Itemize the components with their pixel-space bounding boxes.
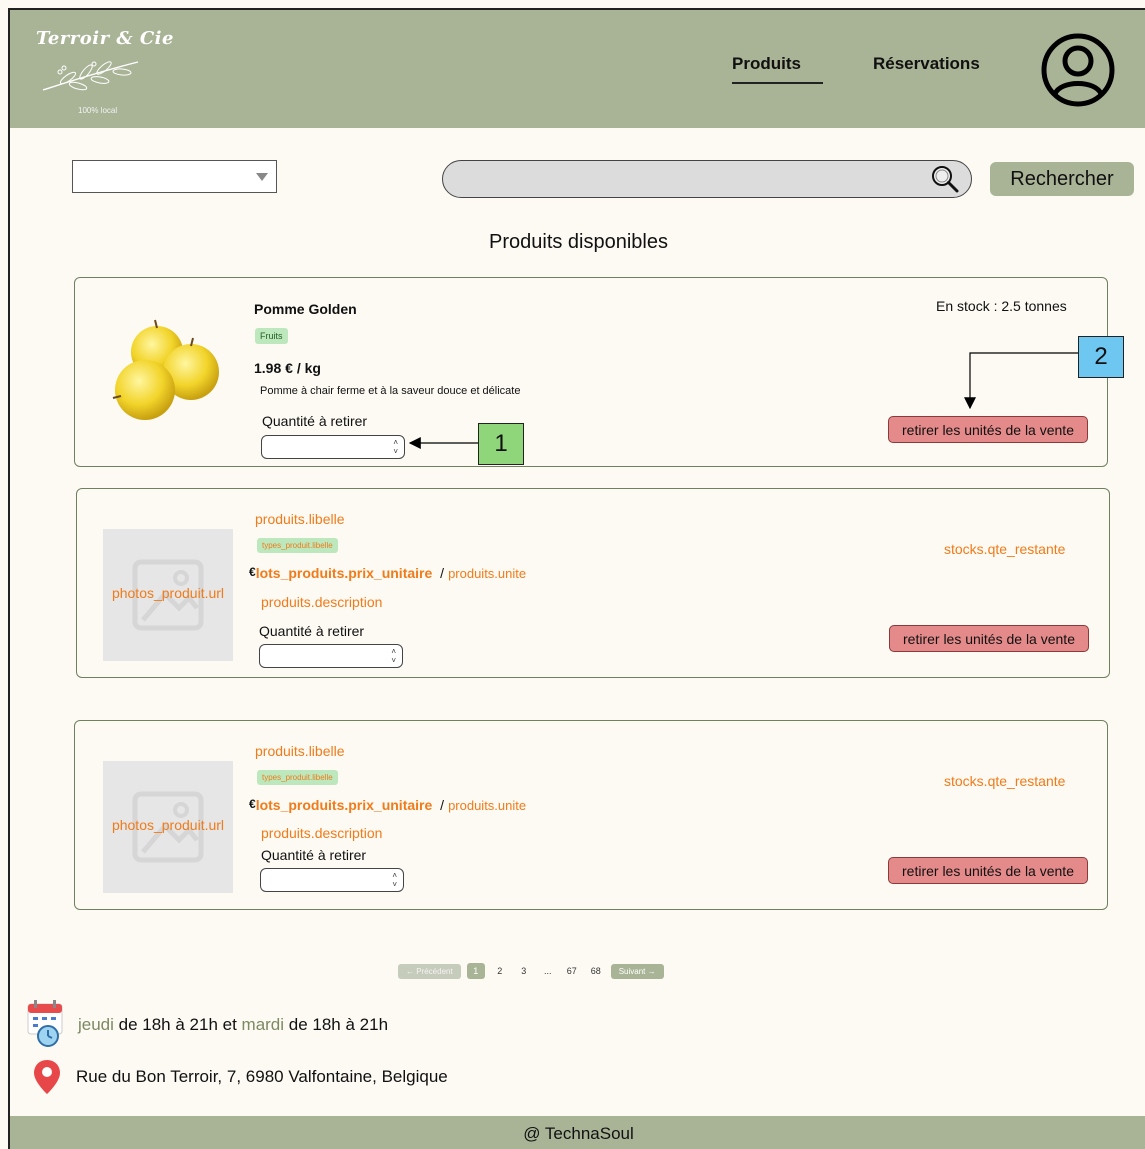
pagination-next-button[interactable]: Suivant →	[610, 963, 664, 979]
quantity-input[interactable]	[266, 648, 376, 664]
product-unit: produits.unite	[448, 566, 527, 581]
unit-price: lots_produits.prix_unitaire	[255, 565, 433, 581]
address-text: Rue du Bon Terroir, 7, 6980 Valfontaine,…	[76, 1067, 448, 1086]
stepper-arrows-icon[interactable]: ˄ ˅	[391, 647, 396, 665]
currency-symbol: €	[249, 565, 256, 579]
quantity-label: Quantité à retirer	[259, 623, 365, 639]
quantity-stepper[interactable]: ˄ ˅	[259, 644, 403, 668]
category-badge: types_produit.libelle	[257, 770, 338, 785]
stock-text: stocks.qte_restante	[944, 773, 1066, 789]
product-description: produits.description	[261, 594, 383, 610]
opening-day: mardi	[241, 1015, 285, 1034]
stepper-arrows-icon[interactable]: ˄ ˅	[392, 871, 397, 889]
product-description: produits.description	[261, 825, 383, 841]
annotation-callout-2: 2	[1078, 336, 1124, 378]
product-price: €lots_produits.prix_unitaire / produits.u…	[249, 797, 526, 813]
product-card: photos_produit.url produits.libelle type…	[76, 488, 1110, 678]
footer: @ TechnaSoul	[10, 1116, 1145, 1149]
pagination-page[interactable]: 1	[466, 963, 485, 979]
quantity-label: Quantité à retirer	[261, 847, 367, 863]
quantity-input[interactable]	[267, 872, 377, 888]
remove-units-button[interactable]: retirer les unités de la vente	[888, 857, 1088, 884]
product-card: photos_produit.url produits.libelle type…	[74, 720, 1108, 910]
calendar-clock-icon	[27, 1000, 63, 1047]
pagination-previous-button[interactable]: ← Précédent	[398, 963, 461, 979]
photo-url-placeholder: photos_produit.url	[111, 585, 225, 601]
photo-url-placeholder: photos_produit.url	[111, 817, 225, 833]
currency-symbol: €	[249, 797, 256, 811]
page-frame: Terroir & Cie 100% local Produits Réserv…	[8, 8, 1145, 1149]
pagination: ← Précédent 1 2 3 ... 67 68 Suivant →	[398, 962, 664, 980]
product-unit: produits.unite	[448, 798, 527, 813]
opening-hours: jeudi de 18h à 21h et mardi de 18h à 21h	[78, 1015, 388, 1035]
annotation-callout-1: 1	[478, 423, 524, 465]
opening-day: jeudi	[78, 1015, 114, 1034]
product-photo-placeholder: photos_produit.url	[103, 529, 233, 661]
product-photo-placeholder: photos_produit.url	[103, 761, 233, 893]
opening-hours-text: de 18h à 21h	[284, 1015, 389, 1034]
opening-hours-text: de 18h à 21h et	[113, 1015, 242, 1034]
unit-price: lots_produits.prix_unitaire	[255, 797, 433, 813]
pagination-page[interactable]: 68	[587, 966, 605, 976]
stock-text: stocks.qte_restante	[944, 541, 1066, 557]
product-name: produits.libelle	[255, 743, 345, 759]
category-badge: types_produit.libelle	[257, 538, 338, 553]
product-name: produits.libelle	[255, 511, 345, 527]
product-price: €lots_produits.prix_unitaire / produits.u…	[249, 565, 526, 581]
annotation-arrows	[408, 352, 1078, 449]
price-separator: /	[440, 565, 445, 581]
pagination-page[interactable]: 67	[563, 966, 581, 976]
pagination-page[interactable]: 3	[515, 966, 533, 976]
price-separator: /	[440, 797, 445, 813]
location-pin-icon	[34, 1060, 60, 1094]
pagination-ellipsis: ...	[543, 966, 552, 976]
remove-units-button[interactable]: retirer les unités de la vente	[889, 625, 1089, 652]
quantity-stepper[interactable]: ˄ ˅	[260, 868, 404, 892]
pagination-page[interactable]: 2	[491, 966, 509, 976]
